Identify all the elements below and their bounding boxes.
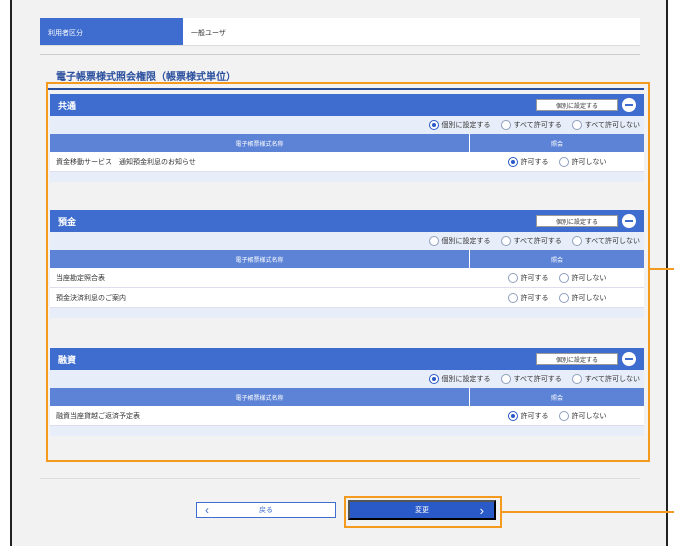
change-button[interactable]: 変更 › [348,500,496,520]
chevron-right-icon: › [479,503,484,518]
divider [40,54,640,55]
callout-line [502,511,674,513]
user-type-value: 一般ユーザ [191,29,226,37]
highlight-box-permissions [46,82,650,462]
divider [40,478,640,479]
user-type-label: 利用者区分 [40,18,183,45]
chevron-left-icon: ‹ [205,503,209,517]
user-type-row: 利用者区分 一般ユーザ [40,18,640,46]
callout-line [650,268,674,270]
back-button[interactable]: ‹ 戻る [196,502,336,518]
section-title: 電子帳票様式照会権限（帳票様式単位） [56,72,236,83]
